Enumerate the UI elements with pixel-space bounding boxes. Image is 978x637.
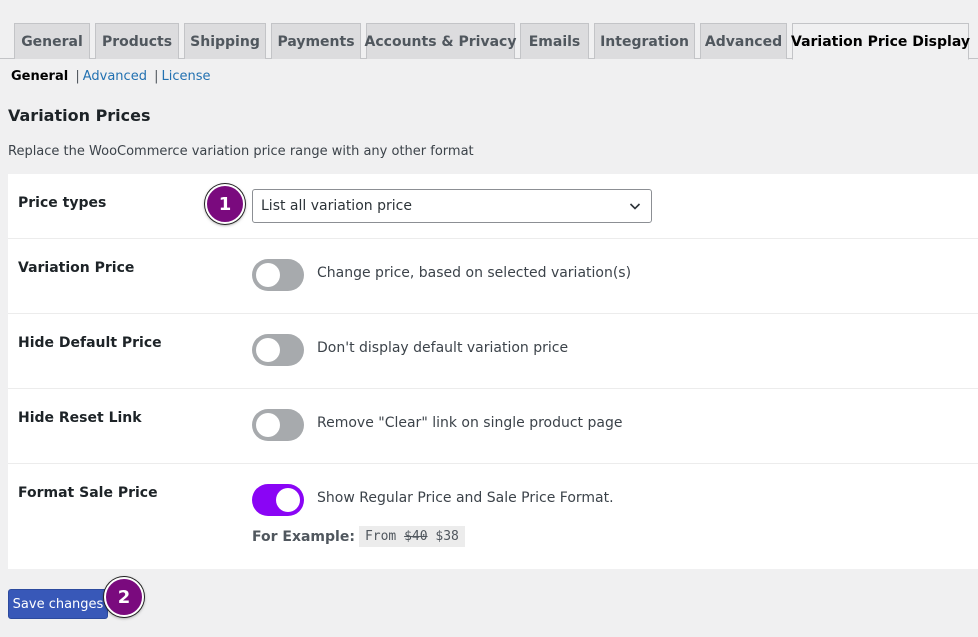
toggle-knob	[256, 263, 280, 287]
format-sale-price-toggle[interactable]	[252, 484, 304, 516]
row-format-sale-price: Format Sale Price Show Regular Price and…	[8, 464, 978, 569]
settings-form-table: Price types List all variation price Var…	[8, 174, 978, 569]
subnav-separator: |	[75, 69, 80, 84]
variation-price-toggle[interactable]	[252, 259, 304, 291]
example-sale-price: $38	[435, 529, 459, 544]
example-code: From $40 $38	[358, 526, 465, 547]
row-hide-reset-link: Hide Reset Link Remove "Clear" link on s…	[8, 389, 978, 464]
variation-price-description: Change price, based on selected variatio…	[317, 265, 632, 281]
hide-default-price-description: Don't display default variation price	[317, 340, 569, 356]
sale-price-example: For Example: From $40 $38	[252, 526, 465, 547]
toggle-knob	[256, 338, 280, 362]
row-hide-default-price: Hide Default Price Don't display default…	[8, 314, 978, 389]
settings-tabs: General Products Shipping Payments Accou…	[0, 0, 978, 60]
tab-products[interactable]: Products	[95, 23, 179, 59]
section-description: Replace the WooCommerce variation price …	[8, 144, 474, 159]
chevron-down-icon	[629, 203, 641, 210]
tab-emails[interactable]: Emails	[520, 23, 589, 59]
tab-accounts-privacy[interactable]: Accounts & Privacy	[365, 23, 516, 59]
price-types-selected-value: List all variation price	[261, 198, 412, 214]
row-price-types: Price types List all variation price	[8, 174, 978, 239]
label-format-sale-price: Format Sale Price	[18, 485, 158, 501]
callout-marker-1: 1	[205, 184, 245, 224]
hide-reset-link-toggle[interactable]	[252, 409, 304, 441]
hide-default-price-toggle[interactable]	[252, 334, 304, 366]
subnav-current-general: General	[11, 69, 69, 84]
tab-advanced[interactable]: Advanced	[700, 23, 787, 59]
tab-shipping[interactable]: Shipping	[184, 23, 266, 59]
hide-reset-link-description: Remove "Clear" link on single product pa…	[317, 415, 623, 431]
label-price-types: Price types	[18, 195, 107, 211]
example-regular-price: $40	[404, 529, 428, 544]
save-changes-button[interactable]: Save changes	[8, 589, 108, 619]
subnav-link-advanced[interactable]: Advanced	[83, 69, 147, 84]
subnav-separator: |	[154, 69, 159, 84]
section-subnav: General | Advanced | License	[11, 69, 211, 84]
tab-integration[interactable]: Integration	[594, 23, 695, 59]
toggle-knob	[276, 488, 300, 512]
tab-general[interactable]: General	[14, 23, 90, 59]
example-label: For Example:	[252, 528, 355, 545]
subnav-link-license[interactable]: License	[161, 69, 210, 84]
example-prefix: From	[364, 529, 397, 544]
label-hide-reset-link: Hide Reset Link	[18, 410, 142, 426]
callout-marker-2: 2	[104, 577, 144, 617]
section-title: Variation Prices	[8, 106, 151, 125]
row-variation-price: Variation Price Change price, based on s…	[8, 239, 978, 314]
price-types-select[interactable]: List all variation price	[252, 189, 652, 223]
format-sale-price-description: Show Regular Price and Sale Price Format…	[317, 490, 614, 506]
tab-payments[interactable]: Payments	[271, 23, 361, 59]
label-variation-price: Variation Price	[18, 260, 135, 276]
label-hide-default-price: Hide Default Price	[18, 335, 162, 351]
tab-variation-price-display[interactable]: Variation Price Display	[791, 23, 970, 60]
toggle-knob	[256, 413, 280, 437]
